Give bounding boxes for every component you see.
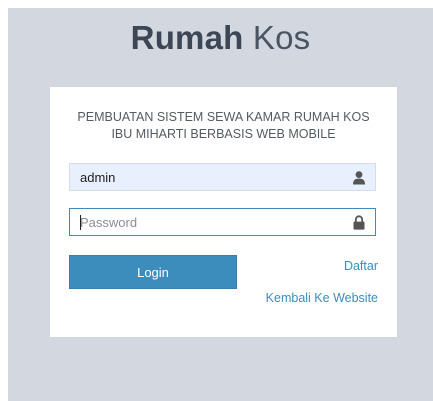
system-title-line-1: PEMBUATAN SISTEM SEWA KAMAR RUMAH KOS	[77, 110, 370, 124]
system-title: PEMBUATAN SISTEM SEWA KAMAR RUMAH KOS IB…	[50, 109, 397, 143]
app-logo: Rumah Kos	[8, 16, 433, 60]
password-field[interactable]	[69, 208, 376, 236]
system-title-line-2: IBU MIHARTI BERBASIS WEB MOBILE	[111, 127, 336, 141]
logo-light-text: Kos	[243, 19, 311, 56]
password-input[interactable]	[70, 209, 375, 235]
user-icon	[352, 170, 366, 185]
text-cursor	[80, 215, 81, 230]
username-field[interactable]: admin	[69, 163, 376, 191]
lock-icon	[352, 215, 366, 230]
login-card: PEMBUATAN SISTEM SEWA KAMAR RUMAH KOS IB…	[50, 87, 397, 337]
register-link[interactable]: Daftar	[344, 259, 378, 273]
back-to-website-link[interactable]: Kembali Ke Website	[266, 291, 378, 305]
username-value[interactable]: admin	[80, 170, 115, 185]
login-button[interactable]: Login	[69, 255, 237, 289]
logo-bold-text: Rumah	[130, 19, 244, 56]
